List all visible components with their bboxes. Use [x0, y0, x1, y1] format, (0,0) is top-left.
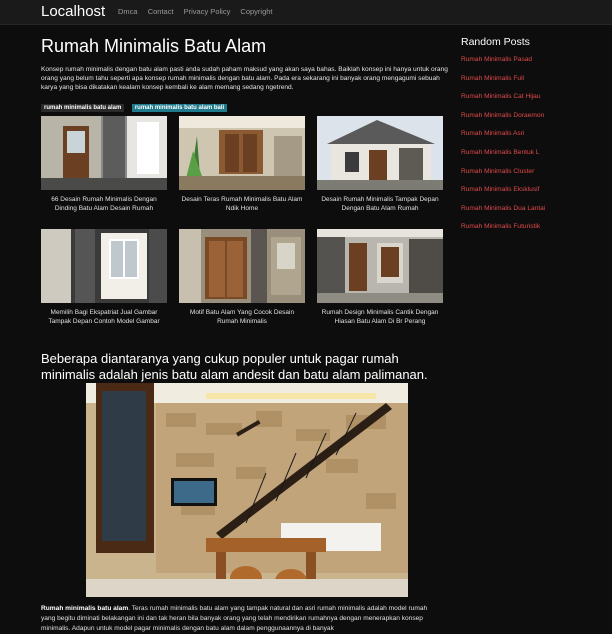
gallery-item[interactable]: Desain Rumah Minimalis Tampak Depan Deng… — [317, 116, 443, 213]
gallery-item[interactable]: Motif Batu Alam Yang Cocok Desain Rumah … — [179, 229, 305, 326]
gallery-thumbnail[interactable] — [41, 116, 167, 190]
gallery-thumbnail[interactable] — [317, 229, 443, 303]
gallery-caption[interactable]: Memilih Bagi Ekspatriat Jual Gambar Tamp… — [41, 308, 167, 326]
gallery-thumbnail[interactable] — [41, 229, 167, 303]
random-post-link[interactable]: Rumah Minimalis Asri — [461, 130, 601, 149]
article-intro: Konsep rumah minimalis dengan batu alam … — [41, 66, 448, 91]
gallery-thumbnail[interactable] — [179, 229, 305, 303]
gallery-caption[interactable]: Rumah Design Minimalis Cantik Dengan Hia… — [317, 308, 443, 326]
article-body: Rumah minimalis batu alam. Teras rumah m… — [41, 604, 441, 634]
gallery-item[interactable]: Rumah Design Minimalis Cantik Dengan Hia… — [317, 229, 443, 326]
gallery-item[interactable]: Desain Teras Rumah Minimalis Batu Alam N… — [179, 116, 305, 213]
article: Rumah Minimalis Batu Alam Konsep rumah m… — [41, 36, 451, 632]
gallery-item[interactable]: 66 Desain Rumah Minimalis Dengan Dinding… — [41, 116, 167, 213]
random-post-link[interactable]: Rumah Minimalis Dua Lantai — [461, 205, 601, 224]
tag-rumah-minimalis-batu-alam-bali[interactable]: rumah minimalis batu alam bali — [131, 104, 228, 112]
tag-list: rumah minimalis batu alam rumah minimali… — [41, 96, 451, 112]
nav-link-copyright[interactable]: Copyright — [240, 7, 272, 16]
sidebar: Random Posts Rumah Minimalis Pasad Rumah… — [461, 36, 601, 242]
nav-links: Dmca Contact Privacy Policy Copyright — [118, 7, 281, 16]
sidebar-title: Random Posts — [461, 36, 530, 48]
random-post-link[interactable]: Rumah Minimalis Full — [461, 75, 601, 94]
section-heading: Beberapa diantaranya yang cukup populer … — [41, 351, 428, 382]
random-post-link[interactable]: Rumah Minimalis Futuristik — [461, 223, 601, 242]
gallery-caption[interactable]: Desain Teras Rumah Minimalis Batu Alam N… — [179, 195, 305, 213]
featured-image[interactable] — [86, 383, 408, 597]
gallery-thumbnail[interactable] — [179, 116, 305, 190]
gallery-caption[interactable]: Desain Rumah Minimalis Tampak Depan Deng… — [317, 195, 443, 213]
nav-link-privacy-policy[interactable]: Privacy Policy — [184, 7, 231, 16]
site-brand[interactable]: Localhost — [41, 3, 105, 20]
random-post-link[interactable]: Rumah Minimalis Bentuk L — [461, 149, 601, 168]
navbar: Localhost Dmca Contact Privacy Policy Co… — [0, 0, 612, 25]
random-posts-list: Rumah Minimalis Pasad Rumah Minimalis Fu… — [461, 56, 601, 242]
random-post-link[interactable]: Rumah Minimalis Pasad — [461, 56, 601, 75]
nav-link-contact[interactable]: Contact — [148, 7, 174, 16]
random-post-link[interactable]: Rumah Minimalis Doraemon — [461, 112, 601, 131]
random-post-link[interactable]: Rumah Minimalis Eksklusif — [461, 186, 601, 205]
nav-link-dmca[interactable]: Dmca — [118, 7, 138, 16]
article-title: Rumah Minimalis Batu Alam — [41, 36, 267, 56]
random-post-link[interactable]: Rumah Minimalis Cat Hijau — [461, 93, 601, 112]
gallery-item[interactable]: Memilih Bagi Ekspatriat Jual Gambar Tamp… — [41, 229, 167, 326]
gallery-caption[interactable]: Motif Batu Alam Yang Cocok Desain Rumah … — [179, 308, 305, 326]
gallery-caption[interactable]: 66 Desain Rumah Minimalis Dengan Dinding… — [41, 195, 167, 213]
gallery-thumbnail[interactable] — [317, 116, 443, 190]
random-post-link[interactable]: Rumah Minimalis Cluster — [461, 168, 601, 187]
tag-rumah-minimalis-batu-alam[interactable]: rumah minimalis batu alam — [41, 104, 125, 112]
body-lead: Rumah minimalis batu alam — [41, 605, 129, 612]
